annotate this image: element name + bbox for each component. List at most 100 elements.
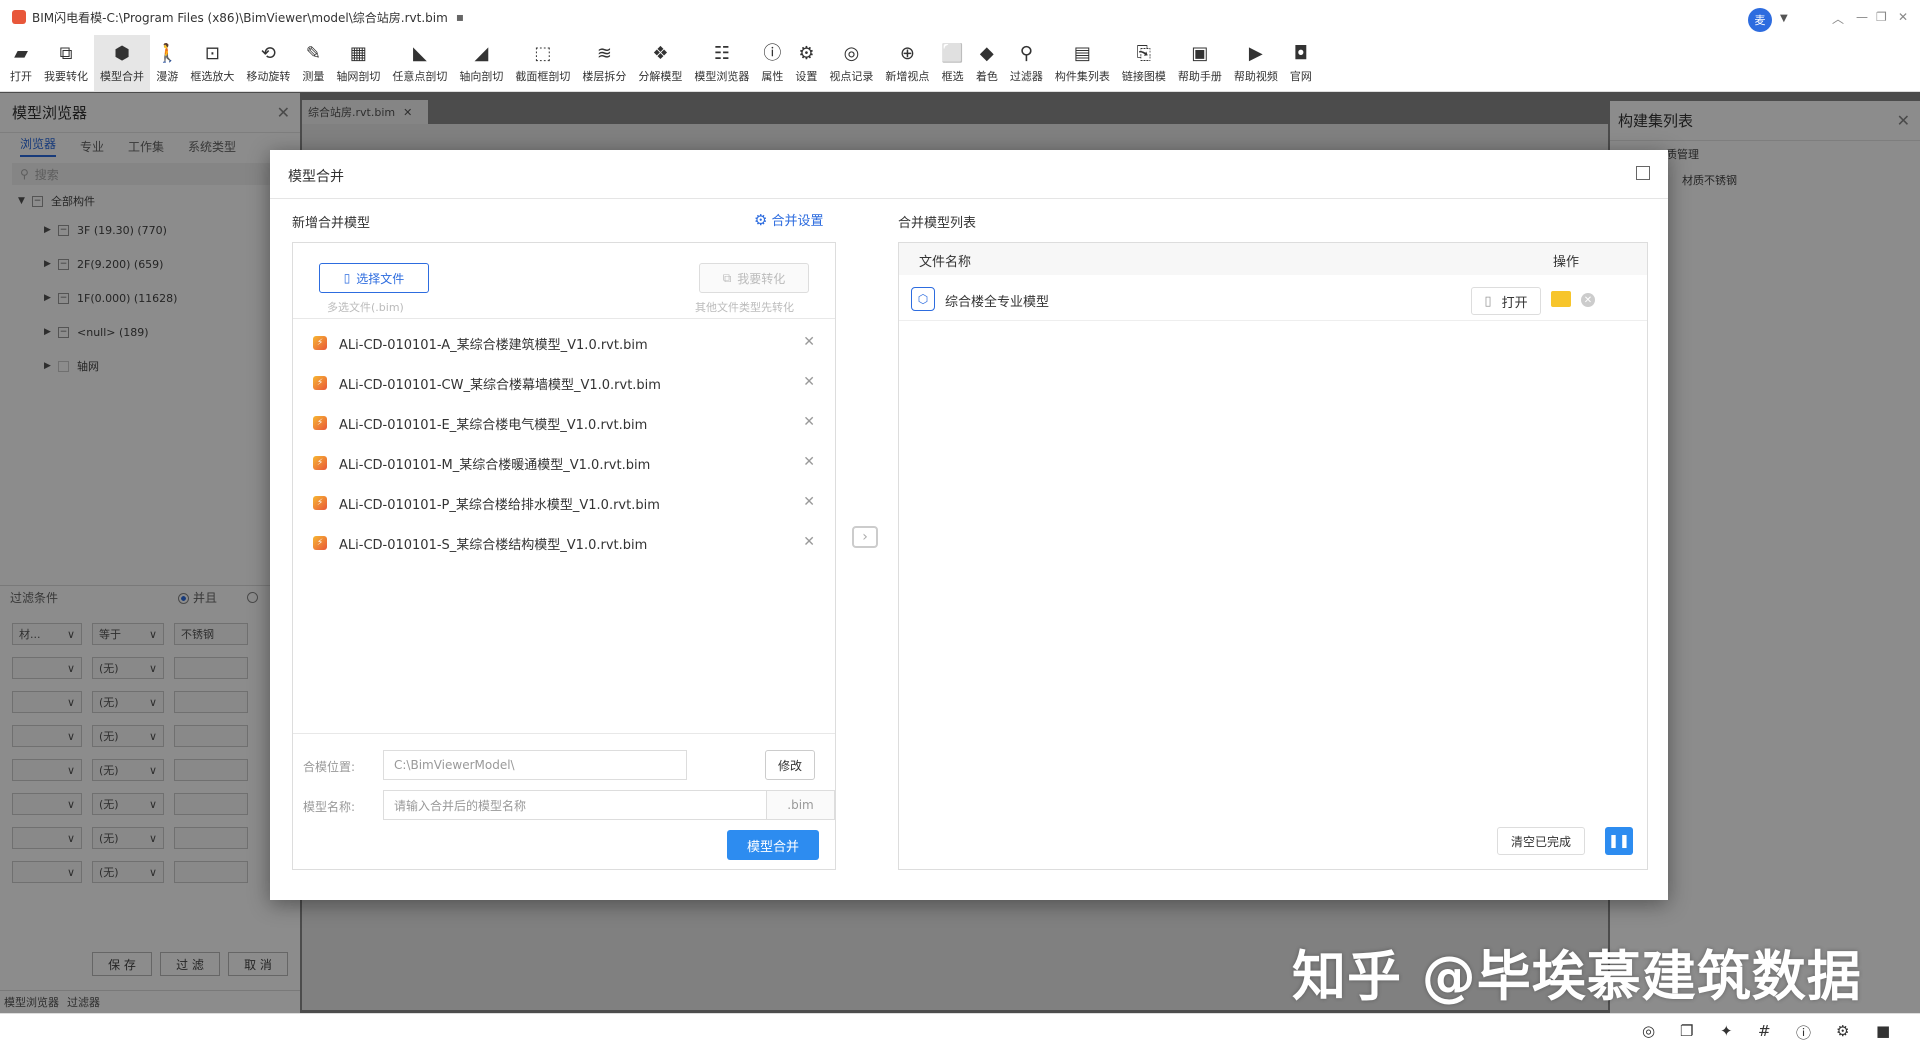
toolbar-label: 模型浏览器 xyxy=(694,69,750,83)
remove-icon[interactable]: ✕ xyxy=(803,534,815,550)
grid-icon[interactable]: # xyxy=(1758,1022,1771,1040)
remove-icon[interactable]: ✕ xyxy=(803,334,815,350)
ruler-icon: ✎ xyxy=(305,42,321,64)
minimize-icon[interactable]: — xyxy=(1856,10,1868,24)
suffix-label: .bim xyxy=(767,790,835,820)
merge-settings-link[interactable]: ⚙ 合并设置 xyxy=(754,210,823,230)
model-name-input[interactable]: 请输入合并后的模型名称 xyxy=(383,790,767,820)
toolbar-label: 任意点剖切 xyxy=(392,69,448,83)
walk-icon: 🚶 xyxy=(156,42,179,64)
viewpoint-icon[interactable]: ◎ xyxy=(1642,1022,1655,1040)
grid-cut-icon: ▦ xyxy=(349,42,367,64)
link-icon: ⎘ xyxy=(1136,42,1152,64)
avatar[interactable]: 麦 xyxy=(1748,8,1772,32)
toolbar: ▰ 打开 ⧉ 我要转化 ⬢ 模型合并 🚶 漫游 ⊡ 框选放大 ⟲ 移动旋转 ✎ 测量 ▦ 轴网剖切 ◣ 任意点剖切… xyxy=(0,34,1920,92)
modify-button[interactable]: 修改 xyxy=(765,750,815,780)
maximize-icon[interactable] xyxy=(1636,166,1650,180)
toolbar-label: 链接图模 xyxy=(1121,69,1166,83)
list-item: ⚡ ALi-CD-010101-M_某综合楼暖通模型_V1.0.rvt.bim ✕ xyxy=(293,443,835,483)
bim-file-icon: ⚡ xyxy=(313,536,327,550)
merge-button[interactable]: 模型合并 xyxy=(727,830,819,860)
toolbar-button[interactable]: ⊡ 框选放大 xyxy=(184,35,240,91)
toolbar-label: 模型合并 xyxy=(100,69,144,83)
axis-cut-icon: ◢ xyxy=(474,42,489,64)
remove-icon[interactable]: ✕ xyxy=(803,374,815,390)
restore-icon[interactable]: ❐ xyxy=(1876,10,1887,24)
bim-file-icon: ⚡ xyxy=(313,416,327,430)
status-bar: ◎ ❐ ✦ # ⓘ ⚙ ■ xyxy=(0,1013,1920,1048)
toolbar-label: 分解模型 xyxy=(638,69,683,83)
choose-file-button[interactable]: ▯ 选择文件 xyxy=(319,263,429,293)
save-icon[interactable]: ▪ xyxy=(456,10,464,24)
chevron-down-icon[interactable]: ▼ xyxy=(1780,13,1788,24)
convert-button[interactable]: ⧉ 我要转化 xyxy=(699,263,809,293)
list-item: ⚡ ALi-CD-010101-A_某综合楼建筑模型_V1.0.rvt.bim ✕ xyxy=(293,323,835,363)
toolbar-label: 移动旋转 xyxy=(246,69,291,83)
toolbar-label: 框选放大 xyxy=(190,69,235,83)
toolbar-button[interactable]: ❖ 分解模型 xyxy=(632,35,688,91)
pause-button[interactable]: ❚❚ xyxy=(1605,827,1633,855)
toolbar-button[interactable]: ⧉ 我要转化 xyxy=(38,35,94,91)
toolbar-label: 测量 xyxy=(302,69,325,83)
toolbar-label: 官网 xyxy=(1289,69,1312,83)
toolbar-button[interactable]: ⎘ 链接图模 xyxy=(1116,35,1172,91)
toolbar-button[interactable]: ☷ 模型浏览器 xyxy=(688,35,755,91)
explode-icon: ❖ xyxy=(652,42,669,64)
chevron-right-icon[interactable]: › xyxy=(852,526,878,548)
toolbar-button[interactable]: ◢ 轴向剖切 xyxy=(453,35,509,91)
settings-icon[interactable]: ⚙ xyxy=(1836,1022,1849,1040)
toolbar-label: 构件集列表 xyxy=(1054,69,1110,83)
section-box-icon: ⬚ xyxy=(534,42,552,64)
toolbar-button[interactable]: ⬢ 模型合并 xyxy=(94,35,150,91)
toolbar-button[interactable]: ≋ 楼层拆分 xyxy=(576,35,632,91)
merged-model-list: 文件名称 操作 ⬡ 综合楼全专业模型 ▯ 打开 ✕ 清空已完成 ❚❚ xyxy=(898,242,1648,870)
layers-icon[interactable]: ❐ xyxy=(1680,1022,1693,1040)
select-box-icon: ⬜ xyxy=(941,42,964,64)
remove-icon[interactable]: ✕ xyxy=(803,454,815,470)
collapse-icon[interactable]: ︿ xyxy=(1832,10,1844,27)
remove-icon[interactable]: ✕ xyxy=(803,494,815,510)
column-header: 操作 xyxy=(1553,255,1580,270)
model-icon: ⬡ xyxy=(911,287,935,311)
toolbar-button[interactable]: ⬜ 框选 xyxy=(935,35,969,91)
toolbar-label: 视点记录 xyxy=(829,69,874,83)
viewpoint-icon: ◎ xyxy=(843,42,860,64)
toolbar-button[interactable]: ⚙ 设置 xyxy=(789,35,823,91)
file-icon: ▯ xyxy=(343,271,351,285)
remove-icon[interactable]: ✕ xyxy=(1581,293,1595,307)
remove-icon[interactable]: ✕ xyxy=(803,414,815,430)
toolbar-button[interactable]: ✎ 测量 xyxy=(296,35,330,91)
video-icon: ▶ xyxy=(1248,42,1263,64)
column-header: 文件名称 xyxy=(919,255,972,270)
section-title: 合并模型列表 xyxy=(898,216,977,231)
paint-icon: ◆ xyxy=(979,42,994,64)
toolbar-button[interactable]: ▶ 帮助视频 xyxy=(1228,35,1284,91)
close-icon[interactable]: ✕ xyxy=(1898,10,1908,24)
info-icon: ⓘ xyxy=(763,42,782,64)
toolbar-button[interactable]: ◘ 官网 xyxy=(1284,35,1318,91)
toolbar-button[interactable]: ⟲ 移动旋转 xyxy=(240,35,296,91)
info-icon[interactable]: ⓘ xyxy=(1796,1022,1811,1043)
section-title: 新增合并模型 xyxy=(292,216,371,231)
toolbar-button[interactable]: ◣ 任意点剖切 xyxy=(386,35,453,91)
toolbar-button[interactable]: ▤ 构件集列表 xyxy=(1049,35,1116,91)
toolbar-button[interactable]: ▦ 轴网剖切 xyxy=(330,35,386,91)
folder-icon[interactable] xyxy=(1551,291,1571,307)
toolbar-button[interactable]: ⬚ 截面框剖切 xyxy=(509,35,576,91)
toolbar-button[interactable]: ⓘ 属性 xyxy=(755,35,789,91)
fullscreen-icon[interactable]: ■ xyxy=(1876,1022,1890,1040)
location-field[interactable]: C:\BimViewerModel\ xyxy=(383,750,687,780)
toolbar-button[interactable]: ◆ 着色 xyxy=(970,35,1004,91)
toolbar-button[interactable]: ▰ 打开 xyxy=(4,35,38,91)
clear-completed-button[interactable]: 清空已完成 xyxy=(1497,827,1585,855)
walk-icon[interactable]: ✦ xyxy=(1720,1022,1733,1040)
app-logo-icon xyxy=(12,10,26,24)
toolbar-button[interactable]: ◎ 视点记录 xyxy=(823,35,879,91)
toolbar-button[interactable]: 🚶 漫游 xyxy=(150,35,184,91)
convert-icon: ⧉ xyxy=(722,270,732,285)
toolbar-button[interactable]: ▣ 帮助手册 xyxy=(1172,35,1228,91)
toolbar-button[interactable]: ⚲ 过滤器 xyxy=(1004,35,1049,91)
pause-icon: ❚❚ xyxy=(1608,833,1630,849)
open-button[interactable]: ▯ 打开 xyxy=(1471,287,1541,315)
toolbar-button[interactable]: ⊕ 新增视点 xyxy=(879,35,935,91)
